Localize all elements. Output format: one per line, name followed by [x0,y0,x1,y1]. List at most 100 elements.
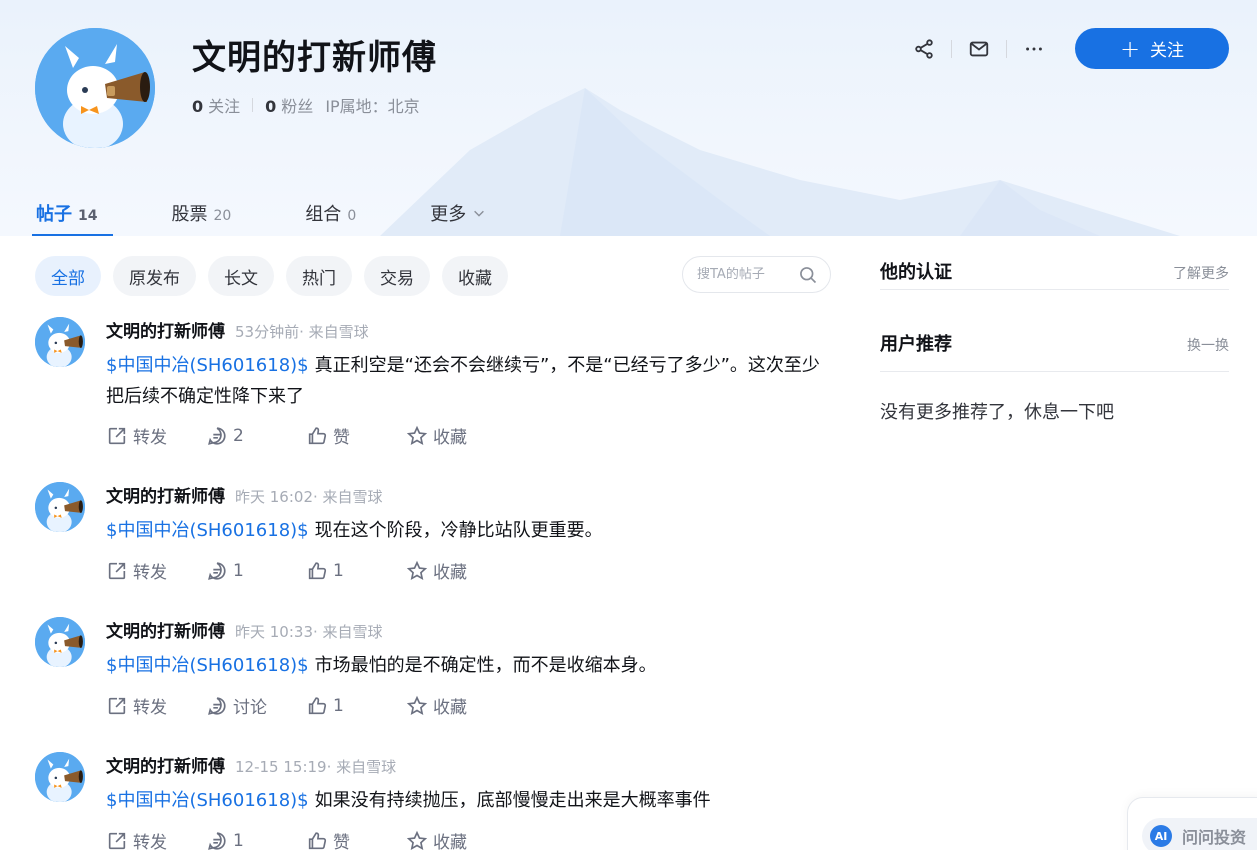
filter-all[interactable]: 全部 [35,256,101,296]
post-content[interactable]: $中国中冶(SH601618)$ 现在这个阶段，冷静比站队更重要。 [106,515,836,546]
thumbs-up-icon [308,696,327,714]
comment-button[interactable]: 讨论 [206,693,306,718]
stock-link[interactable]: $中国中冶(SH601618)$ [106,655,309,676]
post-meta: 昨天 16:02· 来自雪球 [235,488,383,506]
certification-section: 他的认证 了解更多 [880,258,1229,290]
post-avatar[interactable] [35,317,85,367]
tab-more[interactable]: 更多 [430,200,486,236]
post-header: 文明的打新师傅 昨天 16:02· 来自雪球 [106,482,836,507]
post-actions: 转发 1 赞 收藏 [106,828,506,850]
like-button[interactable]: 赞 [306,828,406,850]
post-actions: 转发 讨论 1 收藏 [106,693,506,718]
post-actions: 转发 1 1 收藏 [106,558,506,583]
post-body: 文明的打新师傅 昨天 16:02· 来自雪球 $中国中冶(SH601618)$ 现… [106,482,836,546]
post-content[interactable]: $中国中冶(SH601618)$ 如果没有持续抛压，底部慢慢走出来是大概率事件 [106,785,836,816]
post-meta: 12-15 15:19· 来自雪球 [235,758,397,776]
repost-button[interactable]: 转发 [106,693,206,718]
star-icon [406,425,428,445]
comment-icon [208,561,226,580]
thumbs-up-icon [308,426,327,444]
repost-icon [108,562,126,579]
repost-icon [108,697,126,714]
profile-actions: + 关注 [905,28,1229,69]
stock-link[interactable]: $中国中冶(SH601618)$ [106,520,309,541]
post-author[interactable]: 文明的打新师傅 [106,752,225,777]
post-author[interactable]: 文明的打新师傅 [106,482,225,507]
search-icon[interactable] [798,265,818,285]
comment-icon [208,696,226,715]
star-icon [406,560,428,580]
comment-button[interactable]: 1 [206,828,306,850]
post-author[interactable]: 文明的打新师傅 [106,317,225,342]
ai-assistant-panel: AI 问问投资 [1127,797,1257,850]
ai-icon: AI [1150,825,1172,847]
profile-avatar[interactable] [35,28,155,148]
post-content[interactable]: $中国中冶(SH601618)$ 真正利空是“还会不会继续亏”，不是“已经亏了多少… [106,350,836,412]
filter-hot[interactable]: 热门 [286,256,352,296]
favorite-button[interactable]: 收藏 [406,558,506,583]
user-recommend-title: 用户推荐 [880,334,952,355]
refresh-link[interactable]: 换一换 [1187,335,1229,355]
tab-posts[interactable]: 帖子 14 [31,200,115,236]
profile-page: 文明的打新师傅 0 关注 0 粉丝 IP属地：北京 + 关注 帖子 14 股票 … [0,0,1257,850]
like-button[interactable]: 1 [306,558,406,583]
favorite-button[interactable]: 收藏 [406,423,506,448]
comment-icon [208,426,226,445]
plus-icon: + [1119,34,1141,63]
post-meta: 昨天 10:33· 来自雪球 [235,623,383,641]
message-button[interactable] [960,29,998,69]
learn-more-link[interactable]: 了解更多 [1173,263,1229,283]
thumbs-up-icon [308,561,327,579]
filter-long[interactable]: 长文 [208,256,274,296]
more-dots-icon [1026,47,1042,50]
repost-button[interactable]: 转发 [106,423,206,448]
thumbs-up-icon [308,831,327,849]
share-button[interactable] [905,29,943,69]
user-recommend-header: 用户推荐 换一换 [880,330,1229,372]
post-search-input[interactable] [697,267,792,282]
favorite-button[interactable]: 收藏 [406,828,506,850]
following-stat[interactable]: 0 关注 [192,93,240,117]
post-avatar[interactable] [35,617,85,667]
comment-button[interactable]: 2 [206,423,306,448]
stock-link[interactable]: $中国中冶(SH601618)$ [106,355,309,376]
post-header: 文明的打新师傅 53分钟前· 来自雪球 [106,317,836,342]
filter-trade[interactable]: 交易 [364,256,430,296]
followers-stat[interactable]: 0 粉丝 [265,93,313,117]
repost-button[interactable]: 转发 [106,558,206,583]
follow-button[interactable]: + 关注 [1075,28,1229,69]
follow-label: 关注 [1150,41,1185,61]
favorite-button[interactable]: 收藏 [406,693,506,718]
like-button[interactable]: 赞 [306,423,406,448]
star-icon [406,830,428,850]
post-author[interactable]: 文明的打新师傅 [106,617,225,642]
certification-header: 他的认证 了解更多 [880,258,1229,290]
post-filters: 全部 原发布 长文 热门 交易 收藏 [35,256,520,296]
post-avatar[interactable] [35,752,85,802]
filter-original[interactable]: 原发布 [113,256,196,296]
stock-link[interactable]: $中国中冶(SH601618)$ [106,790,309,811]
certification-title: 他的认证 [880,262,952,283]
ai-assistant-button[interactable]: AI 问问投资 [1142,818,1257,850]
tab-portfolios[interactable]: 组合 0 [305,200,356,236]
post-header: 文明的打新师傅 12-15 15:19· 来自雪球 [106,752,836,777]
post-avatar[interactable] [35,482,85,532]
post-body: 文明的打新师傅 昨天 10:33· 来自雪球 $中国中冶(SH601618)$ 市… [106,617,836,681]
like-button[interactable]: 1 [306,693,406,718]
repost-icon [108,832,126,849]
divider [252,98,254,112]
mail-icon [969,41,989,56]
profile-tabs: 帖子 14 股票 20 组合 0 更多 [31,198,560,236]
user-recommend-section: 用户推荐 换一换 [880,330,1229,372]
post-meta: 53分钟前· 来自雪球 [235,323,369,341]
comment-button[interactable]: 1 [206,558,306,583]
more-button[interactable] [1015,29,1053,69]
divider [951,39,952,58]
post-search-box [682,256,831,293]
profile-name: 文明的打新师傅 [192,38,437,78]
post-body: 文明的打新师傅 53分钟前· 来自雪球 $中国中冶(SH601618)$ 真正利空… [106,317,836,412]
filter-favorites[interactable]: 收藏 [442,256,508,296]
post-content[interactable]: $中国中冶(SH601618)$ 市场最怕的是不确定性，而不是收缩本身。 [106,650,836,681]
tab-stocks[interactable]: 股票 20 [171,200,231,236]
repost-button[interactable]: 转发 [106,828,206,850]
